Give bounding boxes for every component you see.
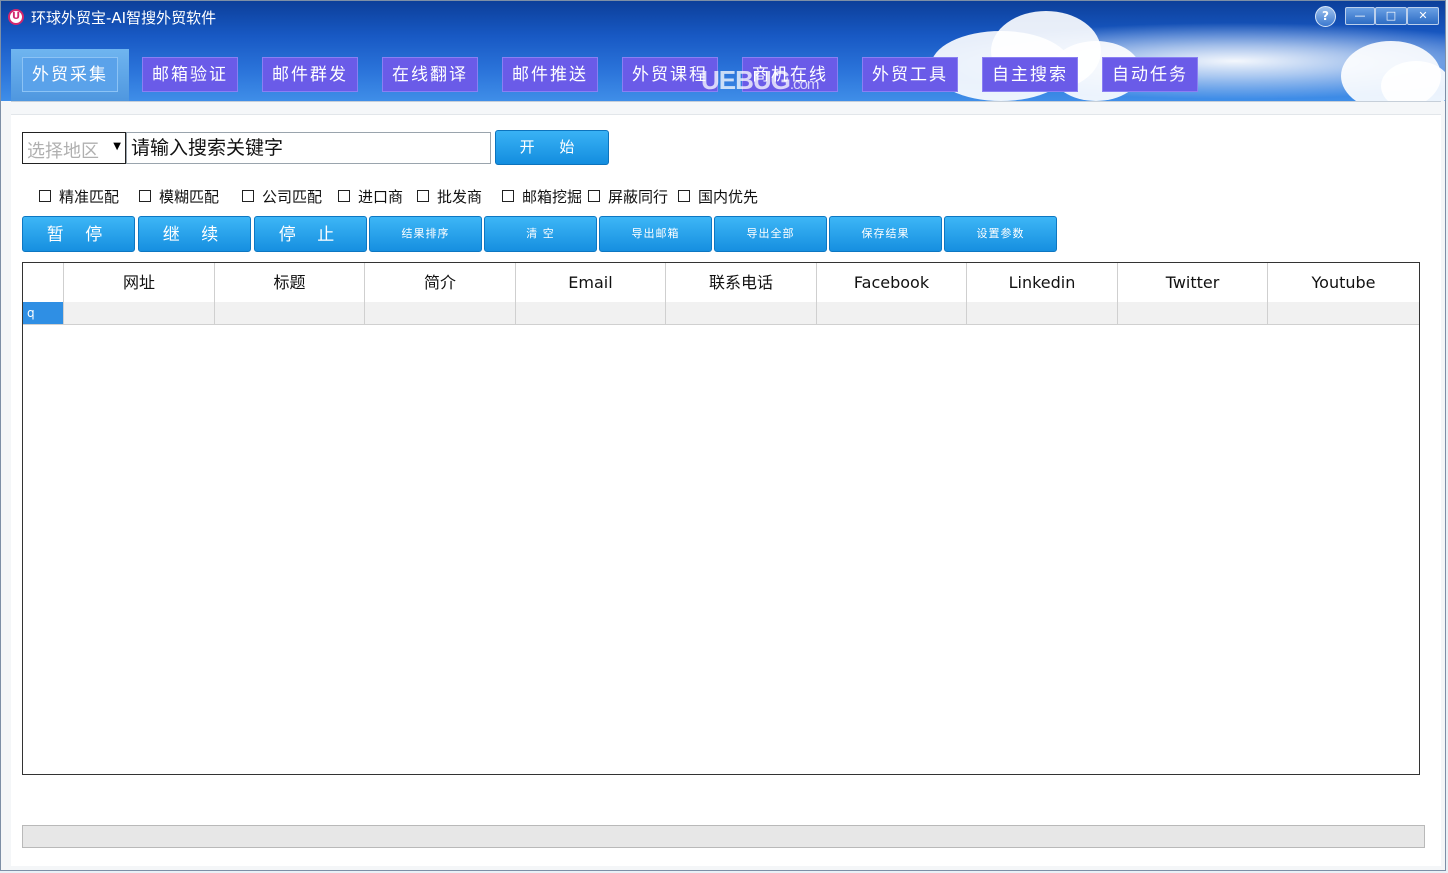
tab-translate[interactable]: 在线翻译 [382, 57, 478, 92]
panel-top-strip [11, 102, 1441, 115]
help-icon[interactable]: ? [1315, 6, 1336, 27]
main-tabbar: 外贸采集 邮箱验证 邮件群发 在线翻译 邮件推送 外贸课程 商机在线 外贸工具 … [1, 57, 1301, 93]
tab-collect[interactable]: 外贸采集 [22, 57, 118, 92]
sort-results-button[interactable]: 结果排序 [369, 216, 482, 252]
save-results-button[interactable]: 保存结果 [829, 216, 942, 252]
option-label: 批发商 [437, 188, 483, 206]
clear-button[interactable]: 清 空 [484, 216, 597, 252]
option-wholesaler[interactable]: 批发商 [417, 186, 482, 208]
table-header: 网址 标题 简介 Email 联系电话 Facebook Linkedin Tw… [23, 263, 1419, 303]
option-label: 精准匹配 [59, 188, 120, 206]
pause-button[interactable]: 暂 停 [22, 216, 135, 252]
option-block-peers[interactable]: 屏蔽同行 [588, 186, 668, 208]
watermark-main: UEBUG [701, 65, 791, 95]
checkbox[interactable] [588, 189, 600, 202]
option-importer[interactable]: 进口商 [338, 186, 403, 208]
resume-button[interactable]: 继 续 [138, 216, 251, 252]
stop-button[interactable]: 停 止 [254, 216, 367, 252]
row-indicator-cell[interactable]: q [23, 302, 64, 324]
tab-email-verify[interactable]: 邮箱验证 [142, 57, 238, 92]
tab-mail-push[interactable]: 邮件推送 [502, 57, 598, 92]
table-cell[interactable] [1118, 302, 1268, 324]
tab-tools[interactable]: 外贸工具 [862, 57, 958, 92]
minimize-button[interactable]: — [1345, 7, 1375, 25]
close-button[interactable]: ✕ [1407, 7, 1439, 25]
table-cell[interactable] [967, 302, 1118, 324]
column-header-email[interactable]: Email [516, 263, 666, 302]
column-header-summary[interactable]: 简介 [365, 263, 516, 302]
column-header-indicator[interactable] [23, 263, 64, 302]
export-emails-button[interactable]: 导出邮箱 [599, 216, 712, 252]
option-label: 模糊匹配 [159, 188, 220, 206]
column-header-url[interactable]: 网址 [64, 263, 215, 302]
checkbox[interactable] [678, 189, 690, 202]
column-header-twitter[interactable]: Twitter [1118, 263, 1268, 302]
option-fuzzy-match[interactable]: 模糊匹配 [139, 186, 219, 208]
export-all-button[interactable]: 导出全部 [714, 216, 827, 252]
window-title: 环球外贸宝-AI智搜外贸软件 [31, 9, 217, 27]
option-exact-match[interactable]: 精准匹配 [39, 186, 119, 208]
checkbox[interactable] [242, 189, 254, 202]
match-options: 精准匹配 模糊匹配 公司匹配 进口商 批发商 邮箱挖掘 屏蔽同行 国内优先 [39, 186, 799, 208]
tab-auto-task[interactable]: 自动任务 [1102, 57, 1198, 92]
table-cell[interactable] [817, 302, 967, 324]
progress-bar [22, 825, 1425, 848]
checkbox[interactable] [502, 189, 514, 202]
dropdown-arrow-icon: ▼ [113, 141, 121, 152]
checkbox[interactable] [139, 189, 151, 202]
checkbox[interactable] [338, 189, 350, 202]
column-header-title[interactable]: 标题 [215, 263, 365, 302]
option-label: 公司匹配 [262, 188, 323, 206]
region-select[interactable]: 选择地区 ▼ [22, 132, 126, 164]
table-cell[interactable] [215, 302, 365, 324]
watermark-suffix: .com [789, 76, 819, 93]
column-header-youtube[interactable]: Youtube [1268, 263, 1419, 302]
tab-custom-search[interactable]: 自主搜索 [982, 57, 1078, 92]
option-label: 进口商 [358, 188, 404, 206]
option-email-mining[interactable]: 邮箱挖掘 [502, 186, 582, 208]
table-row[interactable]: q [23, 302, 1419, 325]
app-window: U 环球外贸宝-AI智搜外贸软件 ? — □ ✕ 外贸采集 邮箱验证 邮件群发 … [0, 0, 1446, 871]
action-toolbar: 暂 停 继 续 停 止 结果排序 清 空 导出邮箱 导出全部 保存结果 设置参数 [22, 216, 1062, 254]
maximize-button[interactable]: □ [1375, 7, 1407, 25]
option-label: 屏蔽同行 [608, 188, 669, 206]
option-company-match[interactable]: 公司匹配 [242, 186, 322, 208]
table-cell[interactable] [64, 302, 215, 324]
watermark-logo: UEBUG.com [701, 65, 819, 96]
checkbox[interactable] [39, 189, 51, 202]
column-header-linkedin[interactable]: Linkedin [967, 263, 1118, 302]
tab-mass-mail[interactable]: 邮件群发 [262, 57, 358, 92]
keyword-input[interactable] [126, 132, 491, 164]
settings-button[interactable]: 设置参数 [944, 216, 1057, 252]
table-cell[interactable] [1268, 302, 1419, 324]
table-cell[interactable] [365, 302, 516, 324]
results-table[interactable]: 网址 标题 简介 Email 联系电话 Facebook Linkedin Tw… [22, 262, 1420, 775]
checkbox[interactable] [417, 189, 429, 202]
column-header-facebook[interactable]: Facebook [817, 263, 967, 302]
title-banner: U 环球外贸宝-AI智搜外贸软件 ? — □ ✕ 外贸采集 邮箱验证 邮件群发 … [1, 1, 1445, 101]
collect-panel: 选择地区 ▼ 开 始 精准匹配 模糊匹配 公司匹配 进口商 批发商 邮箱挖掘 屏… [11, 101, 1441, 866]
option-label: 国内优先 [698, 188, 759, 206]
table-cell[interactable] [666, 302, 817, 324]
start-button[interactable]: 开 始 [495, 130, 609, 165]
region-select-value: 选择地区 [27, 141, 99, 162]
option-domestic-first[interactable]: 国内优先 [678, 186, 758, 208]
column-header-phone[interactable]: 联系电话 [666, 263, 817, 302]
app-logo-icon: U [8, 9, 24, 25]
table-cell[interactable] [516, 302, 666, 324]
option-label: 邮箱挖掘 [522, 188, 583, 206]
